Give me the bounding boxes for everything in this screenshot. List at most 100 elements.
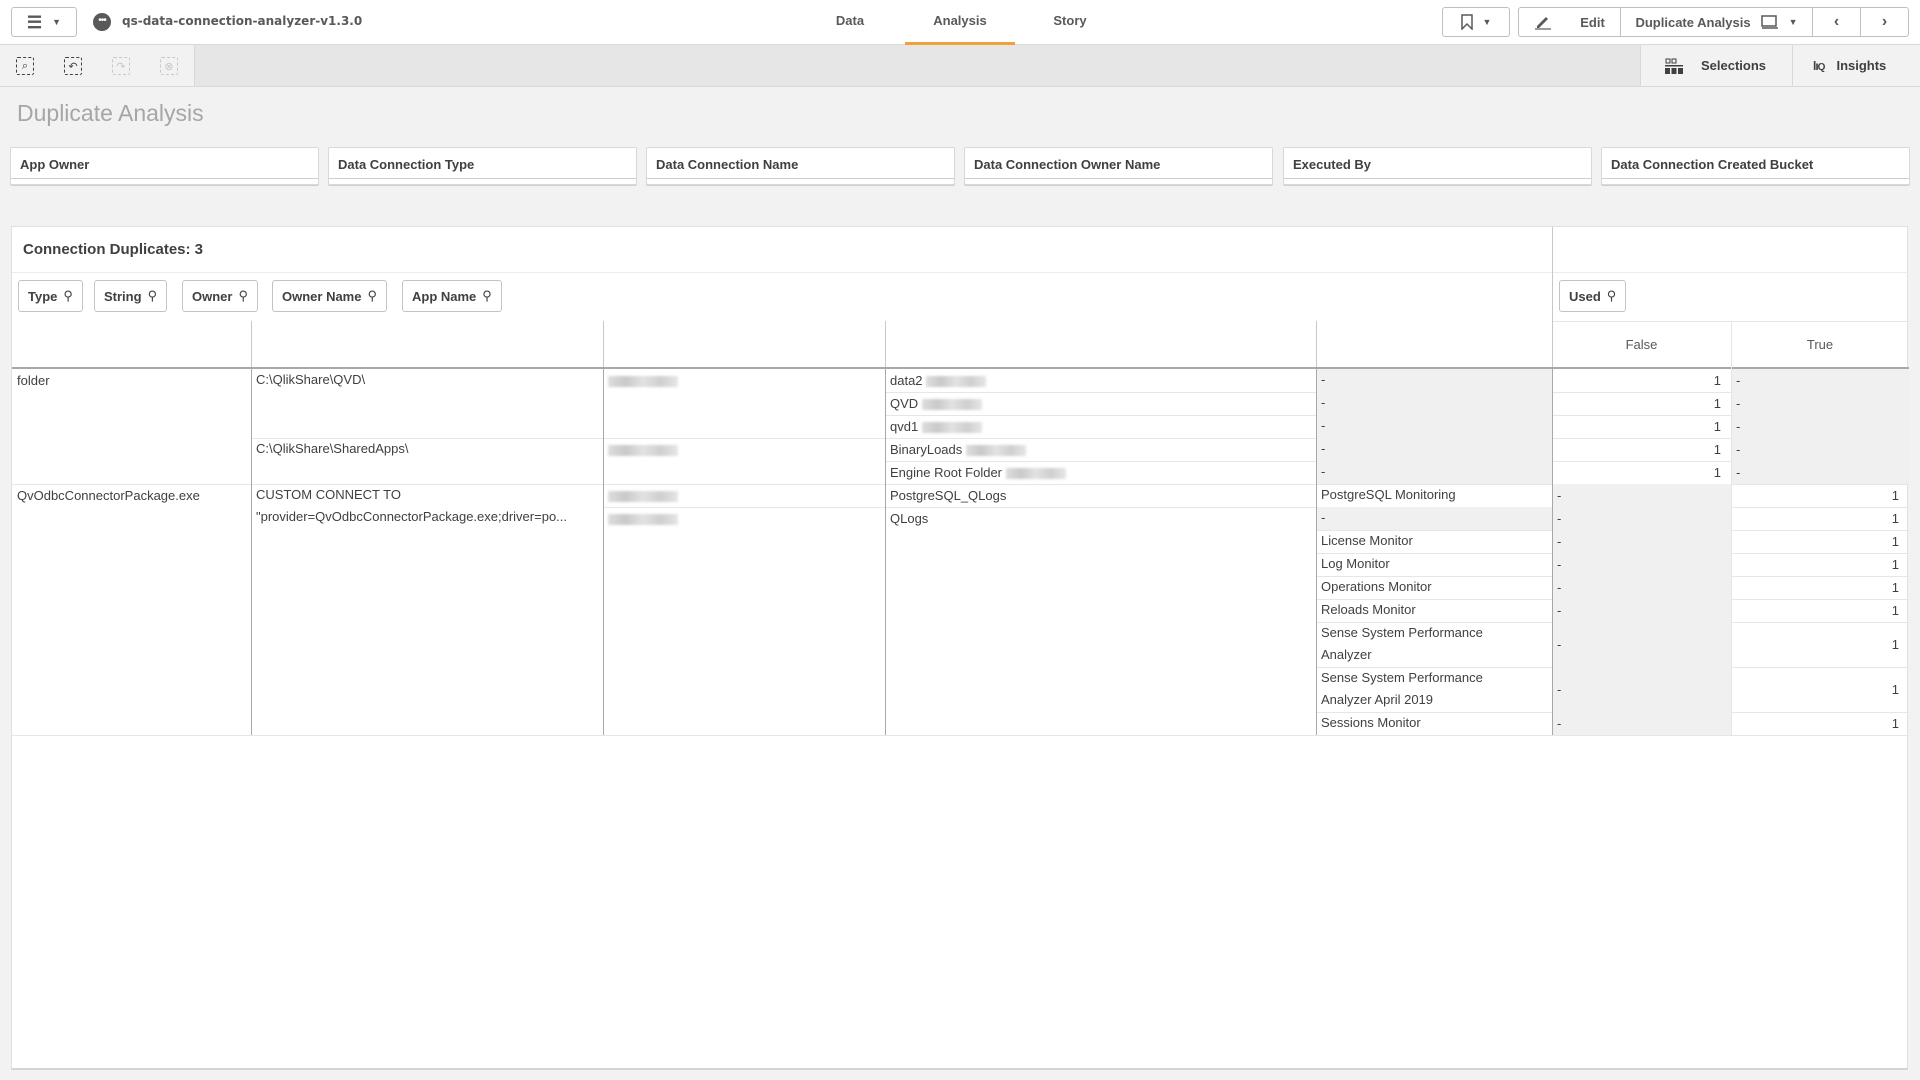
value-cell-false[interactable]: 1 <box>1552 438 1731 461</box>
app-name-cell[interactable]: Sessions Monitor <box>1316 712 1552 735</box>
bookmarks-button[interactable]: ▼ <box>1442 7 1510 37</box>
app-name-cell[interactable]: Reloads Monitor <box>1316 599 1552 622</box>
value-cell-false[interactable]: - <box>1552 622 1731 667</box>
value-cell-false[interactable]: - <box>1552 484 1731 507</box>
value-cell-true[interactable]: 1 <box>1731 667 1909 712</box>
app-name-cell[interactable]: Log Monitor <box>1316 553 1552 576</box>
next-sheet-button[interactable]: › <box>1861 8 1908 36</box>
owner-cell[interactable] <box>603 484 885 507</box>
value-cell-false[interactable]: - <box>1552 667 1731 712</box>
owner-name-text: BinaryLoads <box>890 442 963 457</box>
connection-string-cell[interactable]: CUSTOM CONNECT TO "provider=QvOdbcConnect… <box>251 484 603 528</box>
owner-name-cell[interactable]: data2 <box>885 369 1316 392</box>
value-cell-true[interactable]: 1 <box>1731 599 1909 622</box>
tab-analysis[interactable]: Analysis <box>905 0 1015 45</box>
value-cell-false[interactable]: - <box>1552 576 1731 599</box>
value-cell-false[interactable]: - <box>1552 530 1731 553</box>
search-icon: ⚲ <box>238 288 248 303</box>
app-name-cell[interactable]: - <box>1316 461 1552 484</box>
sheet-selector[interactable]: Duplicate Analysis ▼ <box>1621 8 1813 36</box>
app-name-cell[interactable]: Sense System Performance Analyzer April … <box>1316 667 1552 712</box>
value-cell-true[interactable]: - <box>1731 415 1909 438</box>
search-icon: ⚲ <box>147 288 158 303</box>
redacted-value <box>608 445 678 457</box>
value-cell-true[interactable]: 1 <box>1731 622 1909 667</box>
owner-cell[interactable] <box>603 369 885 392</box>
value-cell-false[interactable]: - <box>1552 712 1731 735</box>
owner-cell[interactable] <box>603 438 885 461</box>
value-cell-true[interactable]: - <box>1731 461 1909 484</box>
owner-name-cell[interactable]: qvd1 <box>885 415 1316 438</box>
value-cell-true[interactable]: - <box>1731 438 1909 461</box>
chevron-left-icon: ‹ <box>1833 13 1840 30</box>
app-name-cell[interactable]: Sense System Performance Analyzer <box>1316 622 1552 667</box>
clear-selections-icon[interactable]: ⊗ <box>160 57 178 75</box>
bookmark-icon <box>1460 14 1473 30</box>
value-cell-false[interactable]: 1 <box>1552 369 1731 392</box>
navigation-menu-button[interactable]: ☰ ▼ <box>11 7 77 37</box>
filter-data-connection-name[interactable]: Data Connection Name <box>646 147 955 185</box>
app-name-cell[interactable]: - <box>1316 438 1552 461</box>
filter-app-owner[interactable]: App Owner <box>10 147 319 185</box>
value-cell-true[interactable]: - <box>1731 392 1909 415</box>
owner-name-cell[interactable]: QLogs <box>885 507 1316 530</box>
edit-button[interactable]: Edit <box>1519 8 1621 36</box>
value-cell-false[interactable]: 1 <box>1552 461 1731 484</box>
owner-name-cell[interactable]: Engine Root Folder <box>885 461 1316 484</box>
value-cell-true[interactable]: 1 <box>1731 576 1909 599</box>
redacted-value <box>921 399 982 411</box>
app-name-cell[interactable]: - <box>1316 369 1552 392</box>
value-cell-false[interactable]: - <box>1552 599 1731 622</box>
value-cell-true[interactable]: 1 <box>1731 553 1909 576</box>
search-icon: ⚲ <box>482 288 492 303</box>
owner-name-cell[interactable]: QVD <box>885 392 1316 415</box>
type-cell[interactable]: folder <box>12 369 251 392</box>
filter-executed-by[interactable]: Executed By <box>1283 147 1592 185</box>
insights-button[interactable]: lıQ Insights <box>1793 45 1886 86</box>
value-cell-true[interactable]: 1 <box>1731 484 1909 507</box>
redacted-value <box>608 514 678 526</box>
selections-toolbar: ⌕ ↶ ↷ ⊗ Selections lıQ Insights <box>0 45 1920 87</box>
value-cell-true[interactable]: - <box>1731 369 1909 392</box>
smart-search-icon[interactable]: ⌕ <box>16 57 34 75</box>
dimension-chip-owner[interactable]: Owner ⚲ <box>182 280 258 312</box>
connection-string-cell[interactable]: C:\QlikShare\SharedApps\ <box>251 438 603 460</box>
step-back-icon[interactable]: ↶ <box>64 57 82 75</box>
app-name-cell[interactable]: - <box>1316 507 1552 530</box>
previous-sheet-button[interactable]: ‹ <box>1813 8 1861 36</box>
dimension-chip-owner-name[interactable]: Owner Name ⚲ <box>272 280 388 312</box>
value-cell-false[interactable]: 1 <box>1552 392 1731 415</box>
app-name-cell[interactable]: Operations Monitor <box>1316 576 1552 599</box>
filter-data-connection-owner-name[interactable]: Data Connection Owner Name <box>964 147 1273 185</box>
tab-story[interactable]: Story <box>1040 0 1100 45</box>
value-cell-false[interactable]: - <box>1552 553 1731 576</box>
chevron-right-icon: › <box>1881 13 1888 30</box>
pivot-chip-used[interactable]: Used ⚲ <box>1559 280 1627 312</box>
app-name-cell[interactable]: License Monitor <box>1316 530 1552 553</box>
value-cell-true[interactable]: 1 <box>1731 507 1909 530</box>
selection-tools: ⌕ ↶ ↷ ⊗ <box>0 45 195 86</box>
filter-data-connection-created-bucket[interactable]: Data Connection Created Bucket <box>1601 147 1910 185</box>
dimension-chip-string[interactable]: String ⚲ <box>94 280 168 312</box>
owner-cell[interactable] <box>603 507 885 530</box>
app-name-cell[interactable]: PostgreSQL Monitoring <box>1316 484 1552 507</box>
type-cell[interactable]: QvOdbcConnectorPackage.exe <box>12 484 251 507</box>
connection-string-cell[interactable]: C:\QlikShare\QVD\ <box>251 369 603 391</box>
tab-data[interactable]: Data <box>820 0 880 45</box>
owner-name-cell[interactable]: BinaryLoads <box>885 438 1316 461</box>
value-cell-false[interactable]: - <box>1552 507 1731 530</box>
dimension-chip-app-name[interactable]: App Name ⚲ <box>402 280 502 312</box>
owner-name-text: QVD <box>890 396 919 411</box>
selections-button[interactable]: Selections <box>1641 45 1793 86</box>
value-cell-true[interactable]: 1 <box>1731 530 1909 553</box>
owner-name-cell[interactable]: PostgreSQL_QLogs <box>885 484 1316 507</box>
value-cell-false[interactable]: 1 <box>1552 415 1731 438</box>
app-name-cell[interactable]: - <box>1316 415 1552 438</box>
app-name-cell[interactable]: - <box>1316 392 1552 415</box>
value-cell-true[interactable]: 1 <box>1731 712 1909 735</box>
connection-string-text: "provider=QvOdbcConnectorPackage.exe;dri… <box>256 509 568 524</box>
hamburger-icon: ☰ <box>26 12 43 32</box>
step-forward-icon[interactable]: ↷ <box>112 57 130 75</box>
dimension-chip-type[interactable]: Type ⚲ <box>18 280 83 312</box>
filter-data-connection-type[interactable]: Data Connection Type <box>328 147 637 185</box>
